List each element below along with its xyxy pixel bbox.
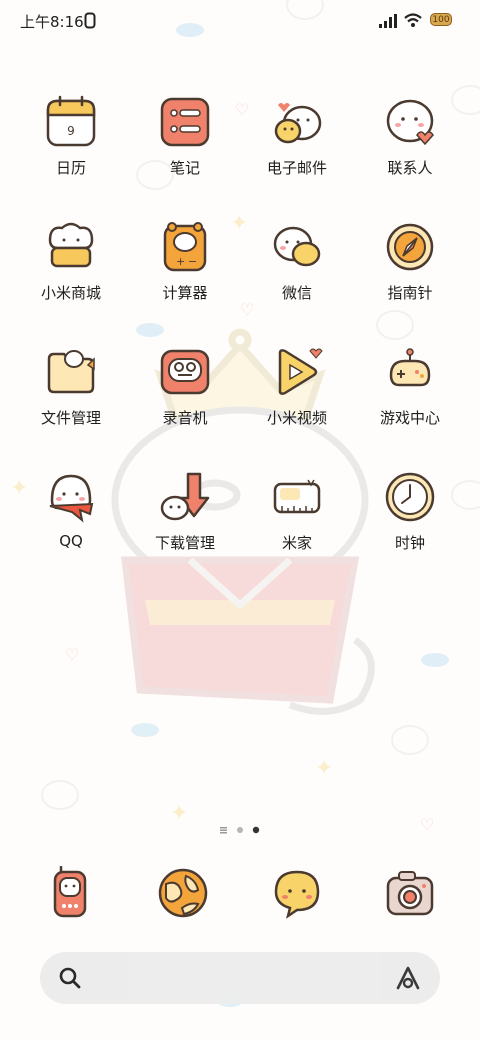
download-manager-icon <box>160 472 210 521</box>
game-center-icon <box>389 348 431 387</box>
wechat-icon <box>273 226 321 267</box>
email-icon <box>274 103 322 144</box>
app-email[interactable]: 电子邮件 <box>242 95 352 205</box>
search-icon[interactable] <box>58 966 82 990</box>
page-dot-menu <box>220 827 227 834</box>
status-bar: 上午8:16 100 <box>0 0 480 40</box>
mi-store-icon <box>48 222 94 268</box>
battery-icon: 100 <box>430 13 452 26</box>
app-contacts[interactable]: 联系人 <box>355 95 465 205</box>
app-label: 小米商城 <box>40 284 101 302</box>
page-dot-active <box>252 826 260 834</box>
app-label: 时钟 <box>394 534 425 552</box>
app-compass[interactable]: 指南针 <box>355 220 465 330</box>
app-calendar[interactable]: 9 日历 <box>16 95 126 205</box>
status-time: 上午8:16 <box>20 13 84 31</box>
app-label: QQ <box>59 532 83 550</box>
camera-icon[interactable] <box>383 866 437 920</box>
svg-text:✦: ✦ <box>315 756 333 781</box>
app-label: 联系人 <box>387 159 433 177</box>
app-wechat[interactable]: 微信 <box>242 220 352 330</box>
svg-text:♡: ♡ <box>420 815 434 834</box>
calendar-day: 9 <box>67 124 75 138</box>
app-mi-store[interactable]: 小米商城 <box>16 220 126 330</box>
app-label: 指南针 <box>387 284 433 302</box>
wifi-icon <box>404 13 422 27</box>
phone-status-icon <box>84 12 96 29</box>
calendar-icon: 9 <box>46 95 96 147</box>
assistant-icon[interactable] <box>394 964 422 992</box>
calculator-icon: + − <box>163 222 207 272</box>
mi-video-icon <box>278 348 323 395</box>
app-label: 笔记 <box>169 159 200 177</box>
compass-icon <box>386 223 434 271</box>
phone-icon[interactable] <box>43 866 97 920</box>
page-dot <box>237 827 243 833</box>
mijia-icon <box>273 479 321 514</box>
qq-icon <box>49 474 94 523</box>
app-notes[interactable]: 笔记 <box>130 95 240 205</box>
svg-text:+: + <box>176 255 185 268</box>
app-mi-video[interactable]: 小米视频 <box>242 345 352 455</box>
app-mijia[interactable]: 米家 <box>242 470 352 580</box>
clock-icon <box>385 472 435 522</box>
app-label: 小米视频 <box>266 409 327 427</box>
page-indicator[interactable] <box>216 824 264 836</box>
notes-icon <box>160 97 210 147</box>
app-label: 电子邮件 <box>266 159 327 177</box>
recorder-icon <box>160 349 210 395</box>
messages-icon[interactable] <box>270 866 324 920</box>
browser-icon[interactable] <box>156 866 210 920</box>
search-bar[interactable] <box>40 952 440 1004</box>
dock <box>0 860 480 930</box>
file-manager-icon <box>47 350 95 394</box>
svg-text:−: − <box>188 255 197 268</box>
app-label: 计算器 <box>162 284 208 302</box>
app-file-manager[interactable]: 文件管理 <box>16 345 126 455</box>
svg-text:✦: ✦ <box>170 801 188 826</box>
app-label: 下载管理 <box>154 534 215 552</box>
app-label: 游戏中心 <box>379 409 440 427</box>
app-game-center[interactable]: 游戏中心 <box>355 345 465 455</box>
app-label: 米家 <box>281 534 312 552</box>
signal-icon <box>379 14 397 28</box>
app-qq[interactable]: QQ <box>16 470 126 580</box>
app-label: 日历 <box>55 159 86 177</box>
app-calculator[interactable]: + − 计算器 <box>130 220 240 330</box>
app-grid: 9 日历 笔记 电子邮件 联系人 小米商城 + − 计算器 微信 指南针 文件管… <box>0 0 480 600</box>
contacts-icon <box>386 99 434 146</box>
app-clock[interactable]: 时钟 <box>355 470 465 580</box>
app-label: 录音机 <box>162 409 208 427</box>
app-label: 微信 <box>281 284 312 302</box>
svg-text:♡: ♡ <box>65 645 79 664</box>
app-recorder[interactable]: 录音机 <box>130 345 240 455</box>
app-download-manager[interactable]: 下载管理 <box>130 470 240 580</box>
app-label: 文件管理 <box>40 409 101 427</box>
